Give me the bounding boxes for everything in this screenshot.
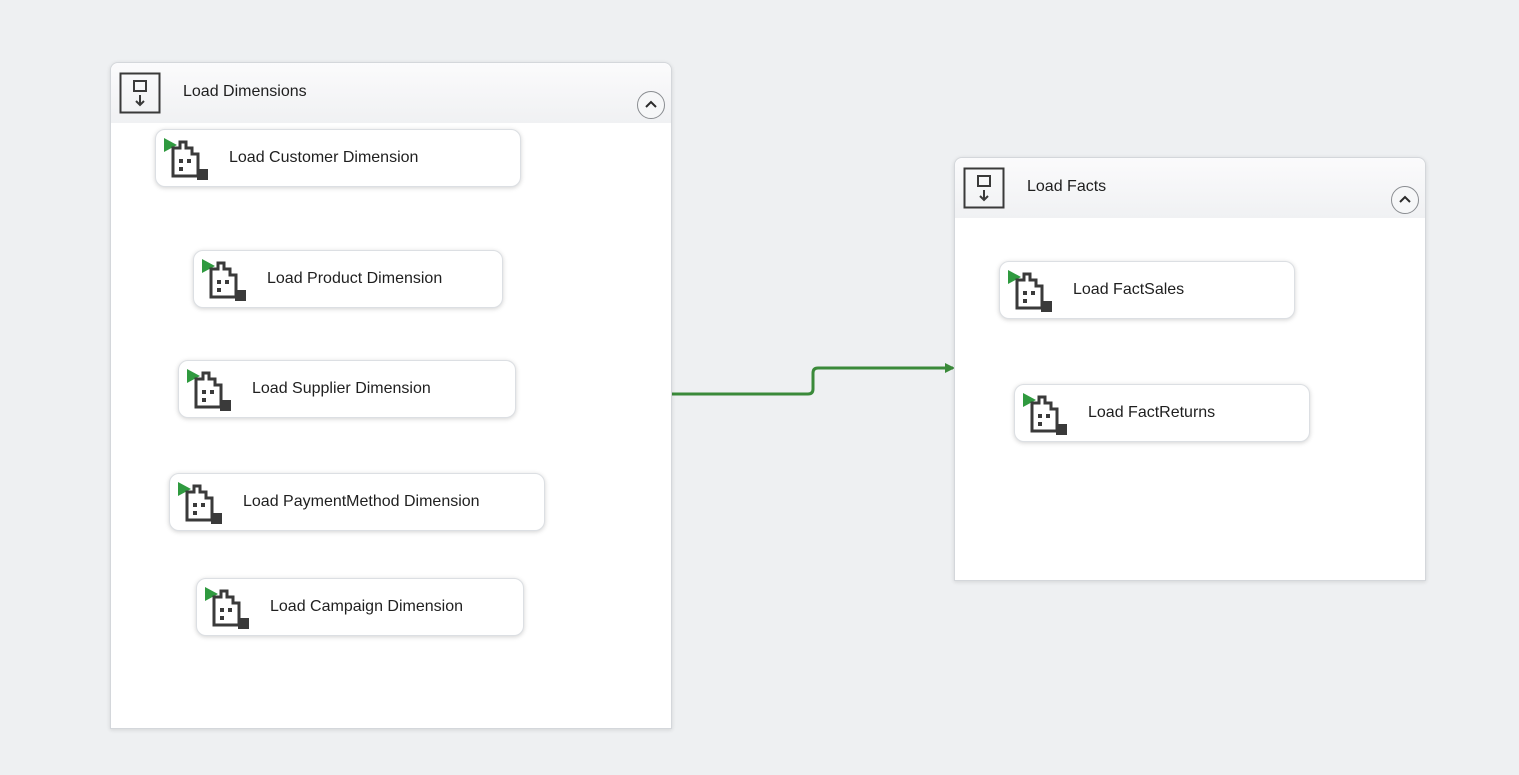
data-flow-task-load-campaign-dimension[interactable]: Load Campaign Dimension	[196, 578, 524, 636]
task-label: Load Customer Dimension	[229, 149, 419, 166]
collapse-button[interactable]	[1391, 186, 1419, 214]
task-label: Load FactReturns	[1088, 404, 1216, 421]
task-label: Load Campaign Dimension	[270, 598, 463, 615]
sequence-container-load-facts[interactable]: Load Facts	[954, 157, 1426, 581]
task-label: Load PaymentMethod Dimension	[243, 493, 480, 510]
sequence-container-icon	[963, 167, 1005, 209]
container-title: Load Dimensions	[183, 83, 307, 100]
chevron-up-icon	[645, 100, 657, 108]
data-flow-task-load-factreturns[interactable]: Load FactReturns	[1014, 384, 1310, 442]
sequence-container-icon	[119, 72, 161, 114]
container-title: Load Facts	[1027, 178, 1107, 195]
precedence-arrow-dimensions-to-facts[interactable]	[672, 363, 955, 396]
data-flow-task-load-paymentmethod-dimension[interactable]: Load PaymentMethod Dimension	[169, 473, 545, 531]
task-label: Load Product Dimension	[267, 270, 443, 287]
data-flow-task-icon	[178, 482, 224, 524]
task-label: Load Supplier Dimension	[252, 380, 431, 397]
data-flow-task-icon	[202, 259, 248, 301]
collapse-button[interactable]	[637, 91, 665, 119]
data-flow-task-load-supplier-dimension[interactable]: Load Supplier Dimension	[178, 360, 516, 418]
data-flow-task-load-product-dimension[interactable]: Load Product Dimension	[193, 250, 503, 308]
data-flow-task-load-factsales[interactable]: Load FactSales	[999, 261, 1295, 319]
data-flow-task-icon	[205, 587, 251, 629]
task-label: Load FactSales	[1073, 281, 1185, 298]
data-flow-task-icon	[1023, 393, 1069, 435]
data-flow-task-icon	[1008, 270, 1054, 312]
data-flow-task-icon	[187, 369, 233, 411]
container-header[interactable]: Load Facts	[955, 158, 1425, 218]
data-flow-task-icon	[164, 138, 210, 180]
data-flow-task-load-customer-dimension[interactable]: Load Customer Dimension	[155, 129, 521, 187]
chevron-up-icon	[1399, 195, 1411, 203]
control-flow-canvas[interactable]: Load Dimensions Load Facts Load Customer…	[0, 0, 1519, 775]
container-header[interactable]: Load Dimensions	[111, 63, 671, 123]
